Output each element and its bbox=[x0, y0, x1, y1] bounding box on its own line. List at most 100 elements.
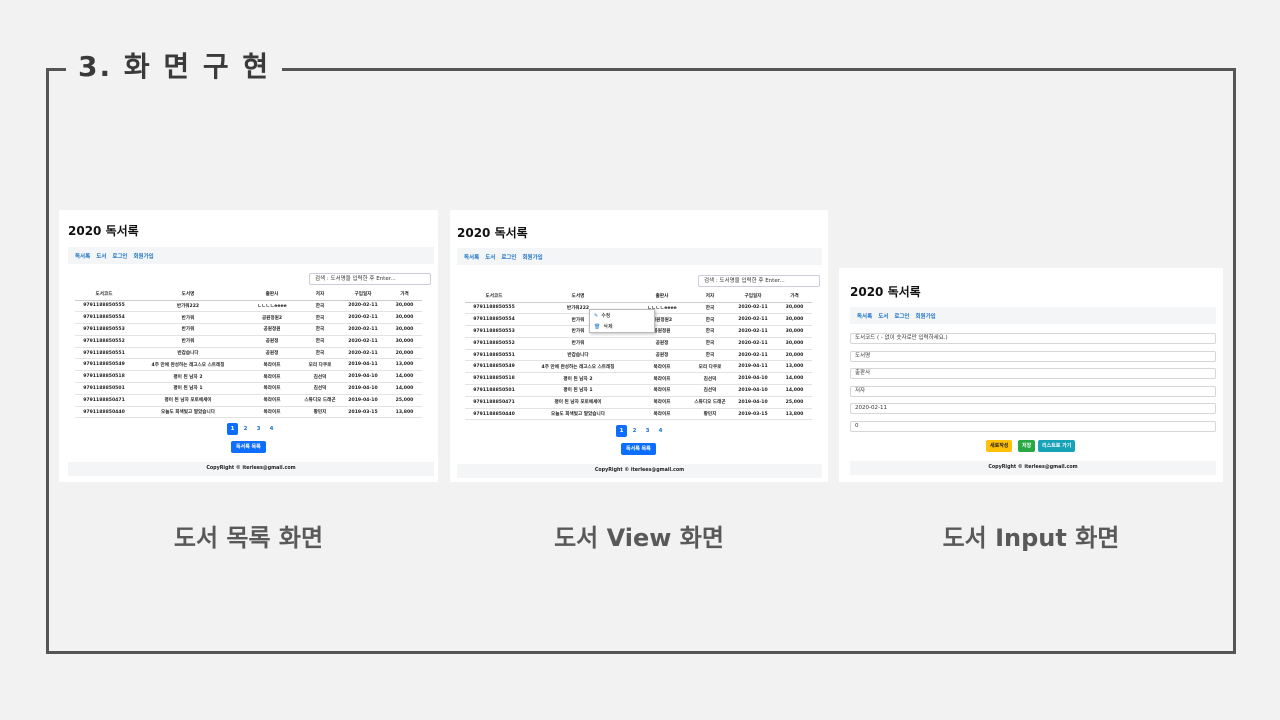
table-cell: 한국 bbox=[691, 325, 729, 338]
page-link[interactable]: 2 bbox=[629, 425, 640, 437]
table-cell: 9791188850518 bbox=[75, 370, 133, 384]
table-cell: 14,000 bbox=[387, 370, 422, 384]
nav-item[interactable]: 독서록 bbox=[857, 312, 872, 320]
table-row[interactable]: 9791188850551 반갑습니다 공원정 한국 2020-02-11 20,000 bbox=[75, 347, 422, 360]
form-input[interactable]: 2020-02-11 bbox=[850, 403, 1216, 414]
table-cell: 한국 bbox=[301, 335, 339, 348]
form-input[interactable]: 저자 bbox=[850, 385, 1216, 397]
table-cell: 공원정 bbox=[243, 335, 301, 348]
back-to-list-button[interactable]: 리스트로 가기 bbox=[1038, 440, 1076, 452]
table-cell: 평이 된 남자 2 bbox=[133, 370, 243, 384]
table-row[interactable]: 9791188850471 평이 된 남자 포토에세이 북라이프 스튜디오 드래곤 20… bbox=[75, 394, 422, 407]
column-header[interactable]: 출판사 bbox=[633, 291, 691, 303]
table-row[interactable]: 9791188850501 평이 된 남자 1 북라이프 김선덕 2019-04-10 1… bbox=[75, 382, 422, 395]
table-row[interactable]: 9791188850552 반가워 공원정 한국 2020-02-11 30,000 bbox=[465, 337, 812, 350]
column-header[interactable]: 도서명 bbox=[523, 291, 633, 303]
page-link[interactable]: 3 bbox=[642, 425, 653, 437]
column-header[interactable]: 출판사 bbox=[243, 289, 301, 301]
page-link[interactable]: 2 bbox=[240, 423, 251, 435]
table-row[interactable]: 9791188850440 오늘도 회색빛고 말았습니다 북라이프 황민지 2019-0… bbox=[465, 408, 812, 421]
page-link[interactable]: 3 bbox=[253, 423, 264, 435]
table-row[interactable]: 9791188850552 반가워 공원정 한국 2020-02-11 30,000 bbox=[75, 335, 422, 348]
table-row[interactable]: 9791188850501 평이 된 남자 1 북라이프 김선덕 2019-04-10 1… bbox=[465, 384, 812, 397]
table-cell: 30,000 bbox=[777, 313, 812, 327]
table-cell: 9791188850501 bbox=[75, 382, 133, 395]
book-list-button[interactable]: 독서록 목록 bbox=[621, 443, 656, 455]
nav-item[interactable]: 회원가입 bbox=[523, 253, 543, 261]
table-cell: 9791188850440 bbox=[465, 408, 523, 421]
column-header[interactable]: 저자 bbox=[691, 291, 729, 303]
save-button[interactable]: 저장 bbox=[1018, 440, 1036, 452]
page-link[interactable]: 1 bbox=[227, 423, 238, 435]
table-cell: 2020-02-11 bbox=[339, 323, 387, 336]
table-cell: 25,000 bbox=[387, 394, 422, 407]
table-row[interactable]: 9791188850518 평이 된 남자 2 북라이프 김선덕 2019-04-10 1… bbox=[465, 372, 812, 386]
table-row[interactable]: 9791188850554 반가워 공원정원2 한국 2020-02-11 30,000 bbox=[75, 311, 422, 325]
table-cell: 9791188850501 bbox=[465, 384, 523, 397]
column-header[interactable]: 가격 bbox=[387, 289, 422, 301]
page-link[interactable]: 4 bbox=[655, 425, 666, 437]
column-header[interactable]: 도서코드 bbox=[75, 289, 133, 301]
search-input[interactable]: 검색 : 도서명을 입력한 후 Enter... bbox=[309, 273, 431, 285]
column-header[interactable]: 가격 bbox=[777, 291, 812, 303]
page-link[interactable]: 1 bbox=[616, 425, 627, 437]
table-cell: 평이 된 남자 포토에세이 bbox=[523, 396, 633, 409]
table-cell: 9791188850549 bbox=[465, 360, 523, 374]
table-cell: 반가워 bbox=[133, 323, 243, 336]
column-header[interactable]: 저자 bbox=[301, 289, 339, 301]
nav-item[interactable]: 회원가입 bbox=[134, 252, 154, 260]
form-input[interactable]: 도서코드 ( - 없이 숫자로만 입력하세요.) bbox=[850, 333, 1216, 344]
table-row[interactable]: 9791188850553 반가워 공원정원 한국 2020-02-11 30,000 bbox=[75, 323, 422, 336]
table-cell: 모리 다쿠로 bbox=[301, 358, 339, 372]
footer: CopyRight © iterlees@gmail.com bbox=[850, 461, 1216, 475]
new-button[interactable]: 새로작성 bbox=[986, 440, 1013, 452]
table-cell: 9791188850553 bbox=[75, 323, 133, 336]
table-cell: 9791188850554 bbox=[75, 311, 133, 325]
table-row[interactable]: 9791188850549 4주 만에 완성하는 레고스오 스트레칭 북라이프 모리 … bbox=[465, 360, 812, 374]
section-title: 3. 화 면 구 현 bbox=[66, 47, 283, 87]
nav-item[interactable]: 도서 bbox=[878, 312, 888, 320]
book-table: 도서코드 도서명 출판사 저자 구입일자 가격 9791188850555 반가워222 ㄴㄴㄴ… bbox=[75, 289, 422, 419]
table-cell: 9791188850552 bbox=[75, 335, 133, 348]
nav-item[interactable]: 독서록 bbox=[464, 253, 479, 261]
nav-item[interactable]: 로그인 bbox=[894, 312, 909, 320]
nav-item[interactable]: 독서록 bbox=[75, 252, 90, 260]
book-list-button[interactable]: 독서록 목록 bbox=[231, 441, 266, 453]
table-cell: 오늘도 회색빛고 말았습니다 bbox=[133, 406, 243, 419]
pagination: 1234 bbox=[616, 425, 666, 437]
context-menu-edit[interactable]: ✎ 수정 bbox=[590, 311, 654, 321]
nav-item[interactable]: 로그인 bbox=[112, 252, 127, 260]
search-input[interactable]: 검색 : 도서명을 입력한 후 Enter... bbox=[698, 275, 820, 287]
column-header[interactable]: 도서명 bbox=[133, 289, 243, 301]
table-cell: 2020-02-11 bbox=[729, 325, 777, 338]
book-view-screenshot: 2020 독서록 독서록 도서 로그인 회원가입 검색 : 도서명을 입력한 후 En… bbox=[450, 210, 828, 482]
page-link[interactable]: 4 bbox=[266, 423, 277, 435]
form-input[interactable]: 0 bbox=[850, 420, 1216, 432]
table-cell: 한국 bbox=[691, 349, 729, 362]
form-input[interactable]: 출판사 bbox=[850, 368, 1216, 379]
table-row[interactable]: 9791188850440 오늘도 회색빛고 말았습니다 북라이프 황민지 2019-0… bbox=[75, 406, 422, 419]
table-cell: 2019-03-15 bbox=[729, 408, 777, 421]
nav-item[interactable]: 도서 bbox=[96, 252, 106, 260]
table-cell: 30,000 bbox=[387, 323, 422, 336]
table-cell: 9791188850552 bbox=[465, 337, 523, 350]
table-row[interactable]: 9791188850471 평이 된 남자 포토에세이 북라이프 스튜디오 드래곤 20… bbox=[465, 396, 812, 409]
column-header[interactable]: 구입일자 bbox=[729, 291, 777, 303]
table-cell: 9791188850555 bbox=[75, 300, 133, 313]
table-row[interactable]: 9791188850549 4주 만에 완성하는 레고스오 스트레칭 북라이프 모리 … bbox=[75, 358, 422, 372]
nav-item[interactable]: 회원가입 bbox=[916, 312, 936, 320]
table-row[interactable]: 9791188850551 반갑습니다 공원정 한국 2020-02-11 20,000 bbox=[465, 349, 812, 362]
table-row[interactable]: 9791188850555 반가워222 ㄴㄴㄴㄴeeee 한국 2020-02-11 3… bbox=[75, 300, 422, 313]
table-cell: 반가워 bbox=[133, 335, 243, 348]
column-header[interactable]: 구입일자 bbox=[339, 289, 387, 301]
table-cell: 20,000 bbox=[387, 347, 422, 360]
table-cell: 4주 만에 완성하는 레고스오 스트레칭 bbox=[523, 360, 633, 374]
app-title: 2020 독서록 bbox=[850, 285, 921, 299]
column-header[interactable]: 도서코드 bbox=[465, 291, 523, 303]
form-input[interactable]: 도서명 bbox=[850, 350, 1216, 362]
edit-icon: ✎ bbox=[594, 313, 599, 319]
context-menu-delete[interactable]: 🗑 삭제 bbox=[590, 322, 654, 332]
table-row[interactable]: 9791188850518 평이 된 남자 2 북라이프 김선덕 2019-04-10 1… bbox=[75, 370, 422, 384]
nav-item[interactable]: 로그인 bbox=[501, 253, 516, 261]
nav-item[interactable]: 도서 bbox=[485, 253, 495, 261]
